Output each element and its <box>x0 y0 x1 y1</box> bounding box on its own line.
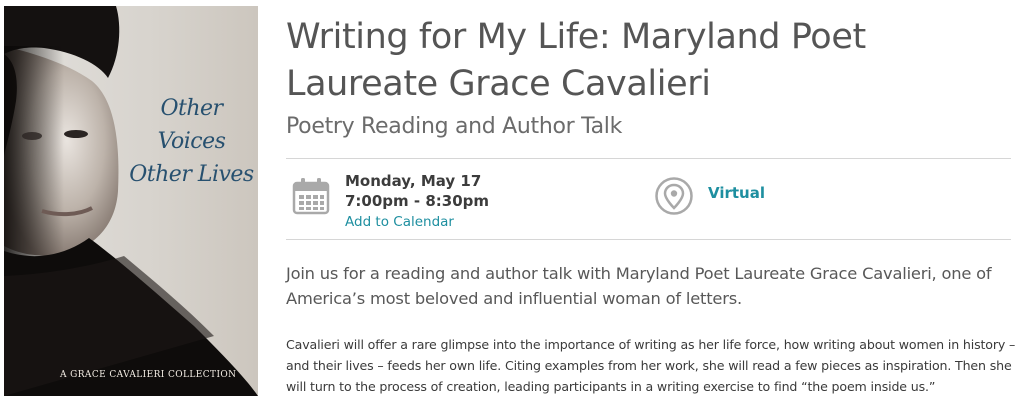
event-details: Writing for My Life: Maryland Poet Laure… <box>286 0 1015 394</box>
event-datetime: Monday, May 17 7:00pm - 8:30pm Add to Ca… <box>345 171 489 232</box>
event-date: Monday, May 17 <box>345 172 482 190</box>
event-time: 7:00pm - 8:30pm <box>345 192 490 210</box>
map-pin-icon <box>655 177 693 215</box>
event-location: Virtual <box>708 184 765 202</box>
book-cover-image: Other Voices Other Lives A GRACE CAVALIE… <box>4 6 258 396</box>
cover-title-line-1: Other Voices <box>157 96 226 154</box>
event-meta-bar: Monday, May 17 7:00pm - 8:30pm Add to Ca… <box>286 158 1011 240</box>
event-title: Writing for My Life: Maryland Poet Laure… <box>286 17 866 104</box>
event-subtitle: Poetry Reading and Author Talk <box>286 114 623 139</box>
cover-series-label: A GRACE CAVALIERI COLLECTION <box>60 370 237 380</box>
cover-title-line-2: Other Lives <box>129 162 254 187</box>
add-to-calendar-link[interactable]: Add to Calendar <box>345 212 454 232</box>
calendar-icon <box>292 178 330 215</box>
author-portrait <box>4 6 258 396</box>
event-lead-paragraph: Join us for a reading and author talk wi… <box>286 264 992 308</box>
cover-title: Other Voices Other Lives <box>124 92 258 191</box>
event-description: Cavalieri will offer a rare glimpse into… <box>286 337 1016 394</box>
